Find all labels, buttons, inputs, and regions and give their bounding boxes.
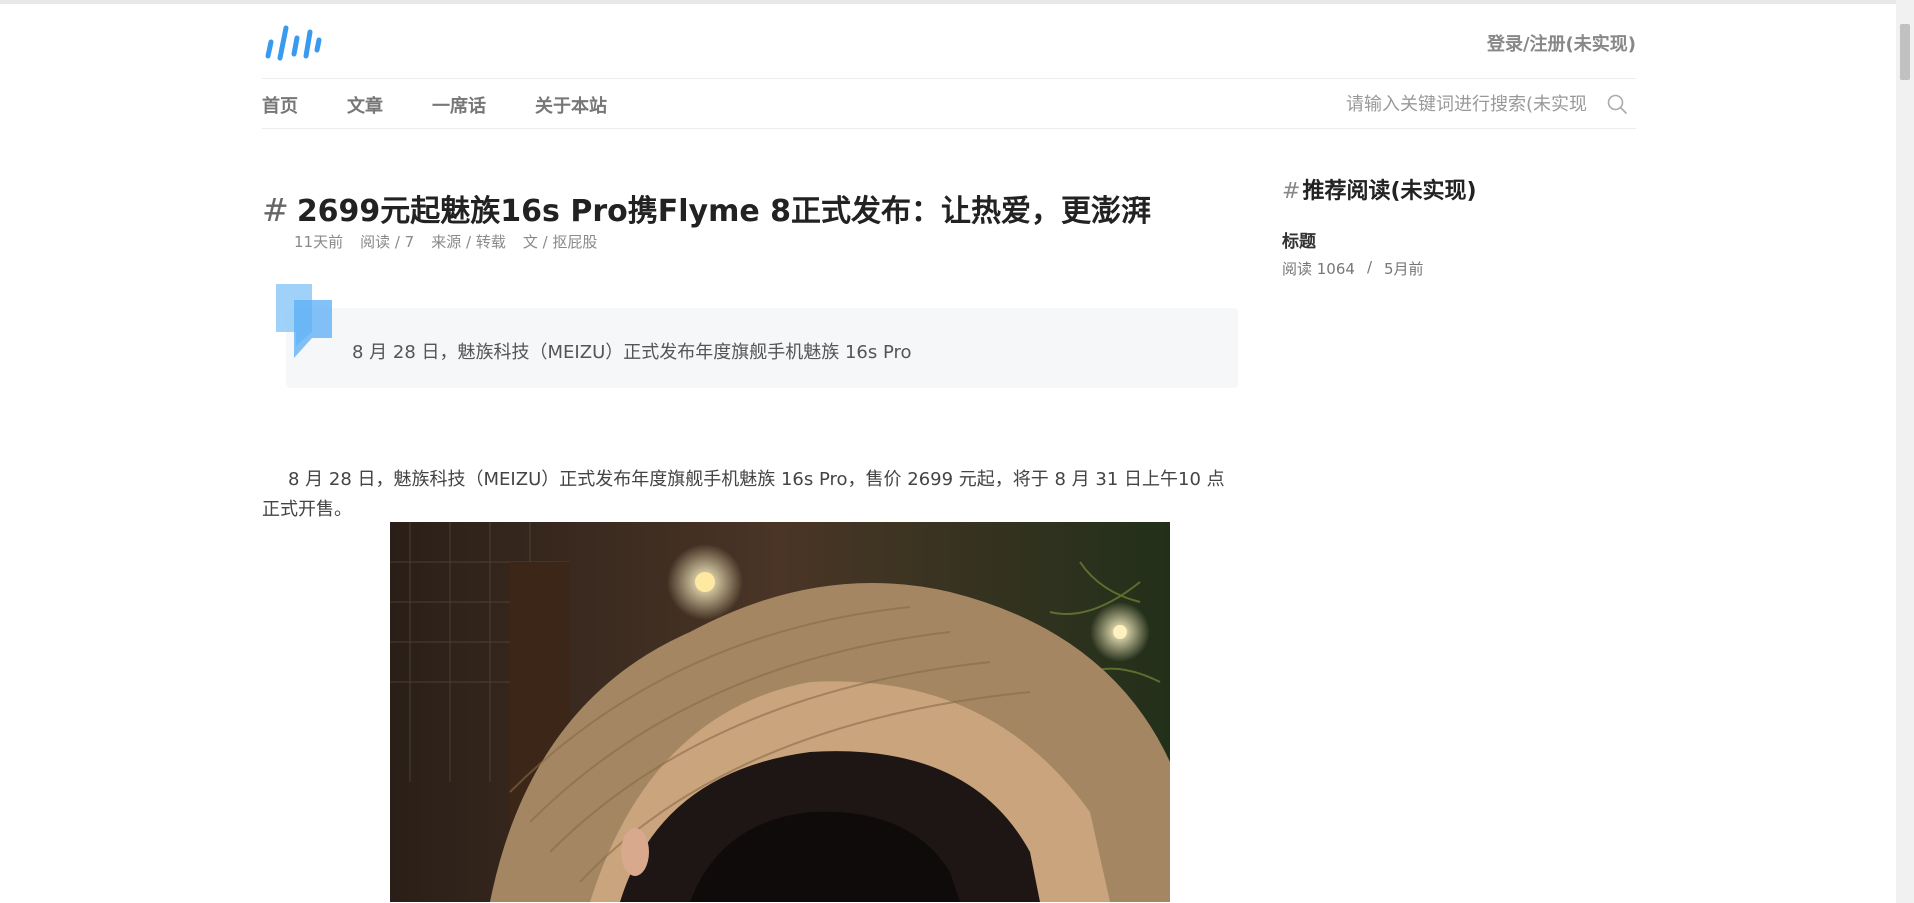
nav-item-articles[interactable]: 文章: [347, 92, 383, 118]
sidebar-title: # 推荐阅读(未实现): [1282, 173, 1638, 205]
meta-separator: /: [1366, 258, 1373, 276]
article-title: # 2699元起魅族16s Pro携Flyme 8正式发布：让热爱，更澎湃: [262, 185, 1238, 237]
summary-text: 8 月 28 日，魅族科技（MEIZU）正式发布年度旗舰手机魅族 16s Pro: [352, 342, 912, 363]
sidebar-title-text: 推荐阅读(未实现): [1302, 179, 1477, 204]
article-time: 11天前: [294, 233, 344, 251]
search-input[interactable]: [1346, 93, 1592, 115]
summary-quote: 8 月 28 日，魅族科技（MEIZU）正式发布年度旗舰手机魅族 16s Pro: [286, 308, 1238, 388]
nav-item-home[interactable]: 首页: [262, 92, 298, 118]
waveform-logo-icon[interactable]: [262, 22, 324, 64]
main-nav: 首页 文章 一席话 关于本站: [262, 92, 656, 118]
recommended-sidebar: # 推荐阅读(未实现) 标题 阅读 1064 / 5月前: [1282, 173, 1638, 279]
quote-bubble-icon: [276, 284, 332, 358]
sidebar-title-hash: #: [1282, 179, 1301, 204]
login-register-link[interactable]: 登录/注册(未实现): [1487, 30, 1636, 56]
article-title-text: 2699元起魅族16s Pro携Flyme 8正式发布：让热爱，更澎湃: [296, 194, 1152, 229]
nav-item-talk[interactable]: 一席话: [432, 92, 486, 118]
article-paragraph: 8 月 28 日，魅族科技（MEIZU）正式发布年度旗舰手机魅族 16s Pro…: [262, 469, 1225, 520]
article-reads: 阅读 / 7: [360, 233, 415, 251]
page-scrollbar[interactable]: [1896, 0, 1914, 903]
article: # 2699元起魅族16s Pro携Flyme 8正式发布：让热爱，更澎湃 11…: [262, 185, 1238, 902]
article-photo: [390, 522, 1170, 902]
scrollbar-thumb[interactable]: [1900, 24, 1910, 80]
search-box: [1346, 88, 1636, 120]
site-header: 登录/注册(未实现) 首页 文章 一席话 关于本站: [262, 4, 1636, 129]
nav-item-about[interactable]: 关于本站: [535, 92, 607, 118]
search-icon[interactable]: [1606, 93, 1628, 115]
article-source: 来源 / 转载: [431, 233, 506, 251]
header-divider: [262, 78, 1636, 79]
recommended-item-meta: 阅读 1064 / 5月前: [1282, 258, 1638, 279]
recommended-item-reads: 阅读 1064: [1282, 260, 1355, 278]
nav-divider: [262, 128, 1636, 129]
recommended-item-title[interactable]: 标题: [1282, 227, 1638, 252]
recommended-item-time: 5月前: [1384, 260, 1424, 278]
title-hash: #: [262, 191, 289, 229]
article-author: 文 / 抠屁股: [522, 233, 598, 251]
photo-illustration: [390, 522, 1170, 902]
